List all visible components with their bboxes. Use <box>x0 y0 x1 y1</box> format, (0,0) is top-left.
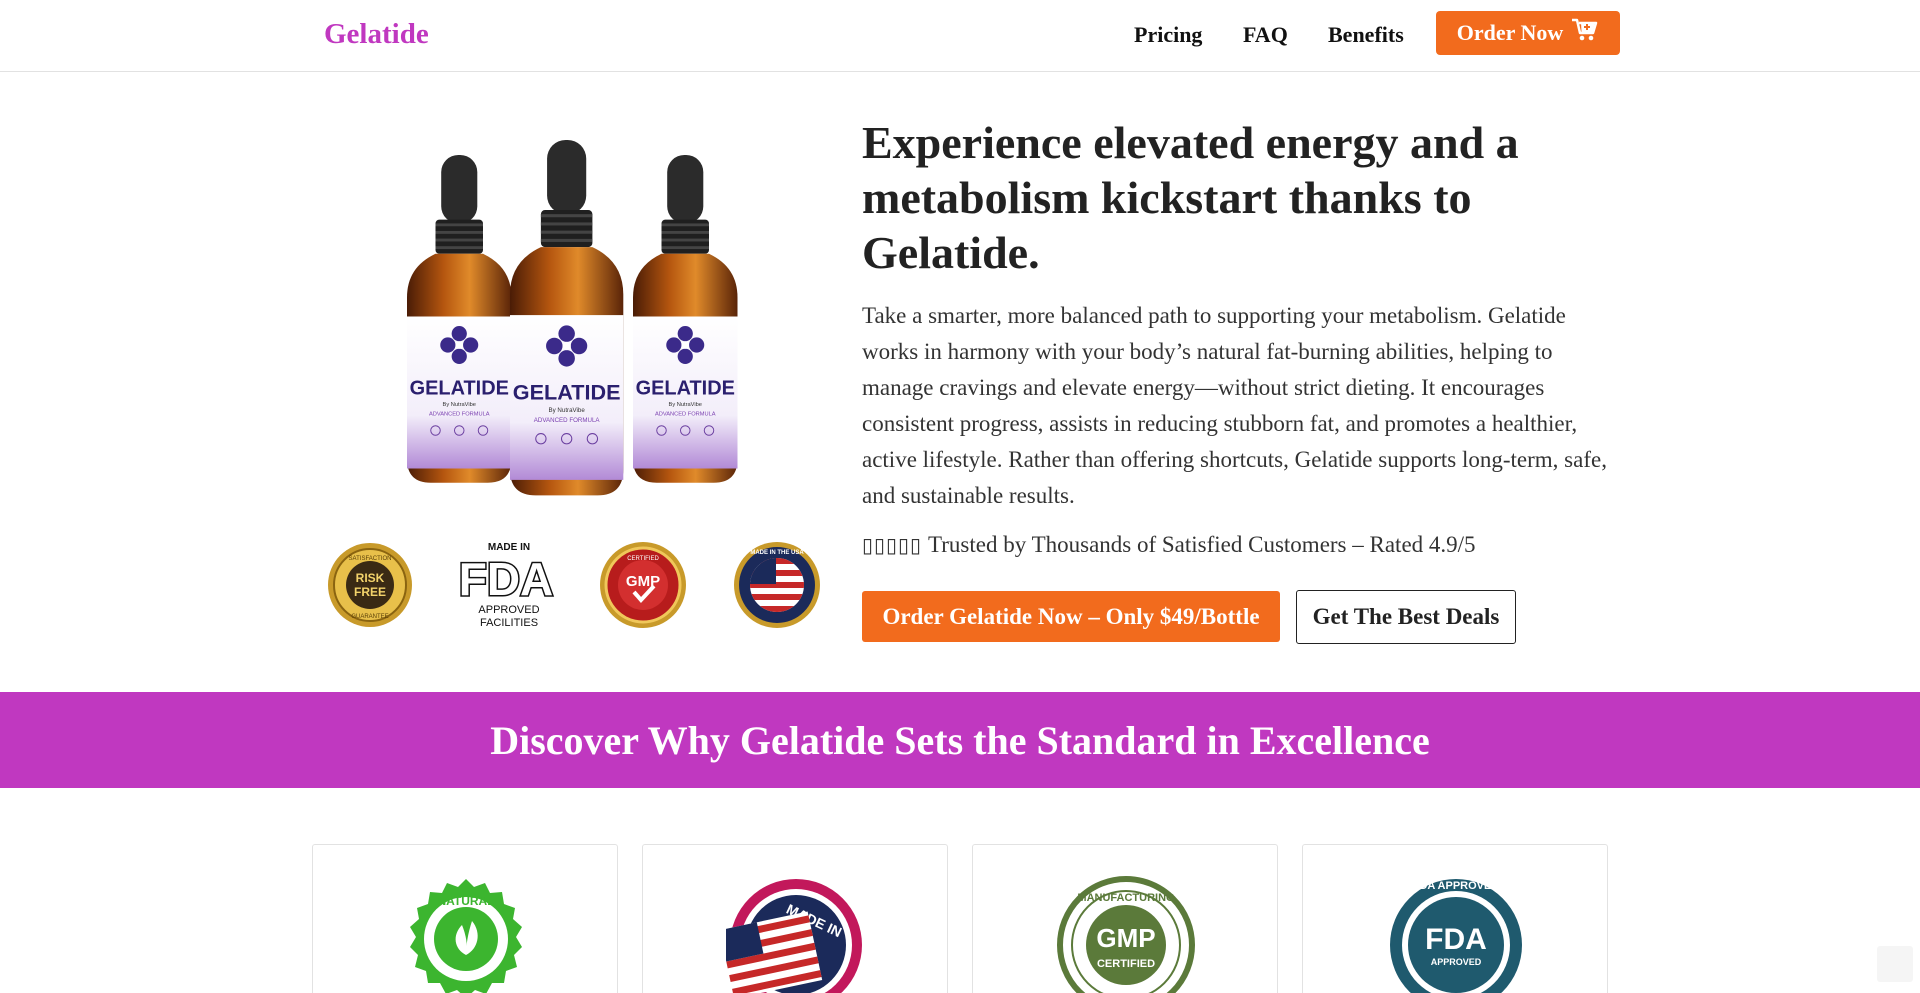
trust-text: Trusted by Thousands of Satisfied Custom… <box>928 532 1476 557</box>
svg-text:FREE: FREE <box>354 585 386 599</box>
feature-card-usa: MADE IN <box>642 844 948 993</box>
star-rating-icon: ▯▯▯▯▯ <box>862 533 923 557</box>
order-gelatide-button[interactable]: Order Gelatide Now – Only $49/Bottle <box>862 591 1280 642</box>
svg-text:APPROVED: APPROVED <box>1431 957 1482 967</box>
made-in-usa-icon: MADE IN <box>726 879 862 993</box>
product-bottles: GELATIDE By NutraVibe ADVANCED FORMULA <box>406 139 738 496</box>
trust-rating: ▯▯▯▯▯ Trusted by Thousands of Satisfied … <box>862 532 1476 558</box>
svg-text:NATURAL: NATURAL <box>437 894 494 908</box>
order-now-button[interactable]: Order Now <box>1436 11 1620 55</box>
best-deals-button[interactable]: Get The Best Deals <box>1296 590 1516 644</box>
brand-logo[interactable]: Gelatide <box>324 18 429 51</box>
excellence-banner: Discover Why Gelatide Sets the Standard … <box>0 692 1920 788</box>
feature-card-natural: NATURAL <box>312 844 618 993</box>
svg-text:GUARANTEE: GUARANTEE <box>351 614 388 620</box>
svg-text:GMP: GMP <box>1096 923 1155 953</box>
nav-link-benefits[interactable]: Benefits <box>1328 22 1404 48</box>
product-image: GELATIDE By NutraVibe ADVANCED FORMULA <box>395 130 765 510</box>
scroll-to-top-button[interactable] <box>1877 946 1913 982</box>
svg-text:FDA APPROVED: FDA APPROVED <box>1413 880 1500 892</box>
gmp-certified-icon: GMP CERTIFIED MANUFACTURING <box>1057 876 1195 993</box>
svg-text:APPROVED: APPROVED <box>478 604 539 616</box>
svg-text:MADE IN THE USA: MADE IN THE USA <box>750 550 804 556</box>
svg-text:RISK: RISK <box>356 571 385 585</box>
gmp-badge-icon: GMP CERTIFIED <box>598 540 688 635</box>
natural-product-icon: NATURAL <box>410 879 522 993</box>
fda-badge-icon: MADE IN FDA FDA APPROVED FACILITIES <box>450 540 568 635</box>
feature-card-gmp: GMP CERTIFIED MANUFACTURING <box>972 844 1278 993</box>
svg-text:SATISFACTION: SATISFACTION <box>349 556 392 562</box>
feature-card-fda: FDA APPROVED FDA APPROVED <box>1302 844 1608 993</box>
hero-description: Take a smarter, more balanced path to su… <box>862 303 1607 508</box>
nav-link-pricing[interactable]: Pricing <box>1134 22 1202 48</box>
banner-title: Discover Why Gelatide Sets the Standard … <box>490 717 1430 763</box>
nav-link-faq[interactable]: FAQ <box>1243 22 1288 48</box>
made-in-usa-badge-icon: MADE IN THE USA <box>732 540 822 635</box>
svg-text:MANUFACTURING: MANUFACTURING <box>1077 892 1174 904</box>
cart-plus-icon <box>1571 17 1599 49</box>
trust-badges: RISK FREE SATISFACTION GUARANTEE MADE IN… <box>326 540 826 635</box>
svg-text:FDA: FDA <box>1425 923 1487 956</box>
top-nav: Gelatide Pricing FAQ Benefits Order Now <box>0 0 1920 72</box>
svg-text:MADE IN: MADE IN <box>488 542 530 553</box>
svg-text:FDA: FDA <box>459 553 554 605</box>
svg-text:CERTIFIED: CERTIFIED <box>627 556 659 562</box>
risk-free-badge-icon: RISK FREE SATISFACTION GUARANTEE <box>326 540 414 635</box>
fda-approved-icon: FDA APPROVED FDA APPROVED <box>1390 879 1522 993</box>
svg-text:FACILITIES: FACILITIES <box>480 617 538 629</box>
svg-text:CERTIFIED: CERTIFIED <box>1097 958 1155 970</box>
hero-headline: Experience elevated energy and a metabol… <box>862 117 1519 278</box>
order-now-label: Order Now <box>1456 20 1564 45</box>
